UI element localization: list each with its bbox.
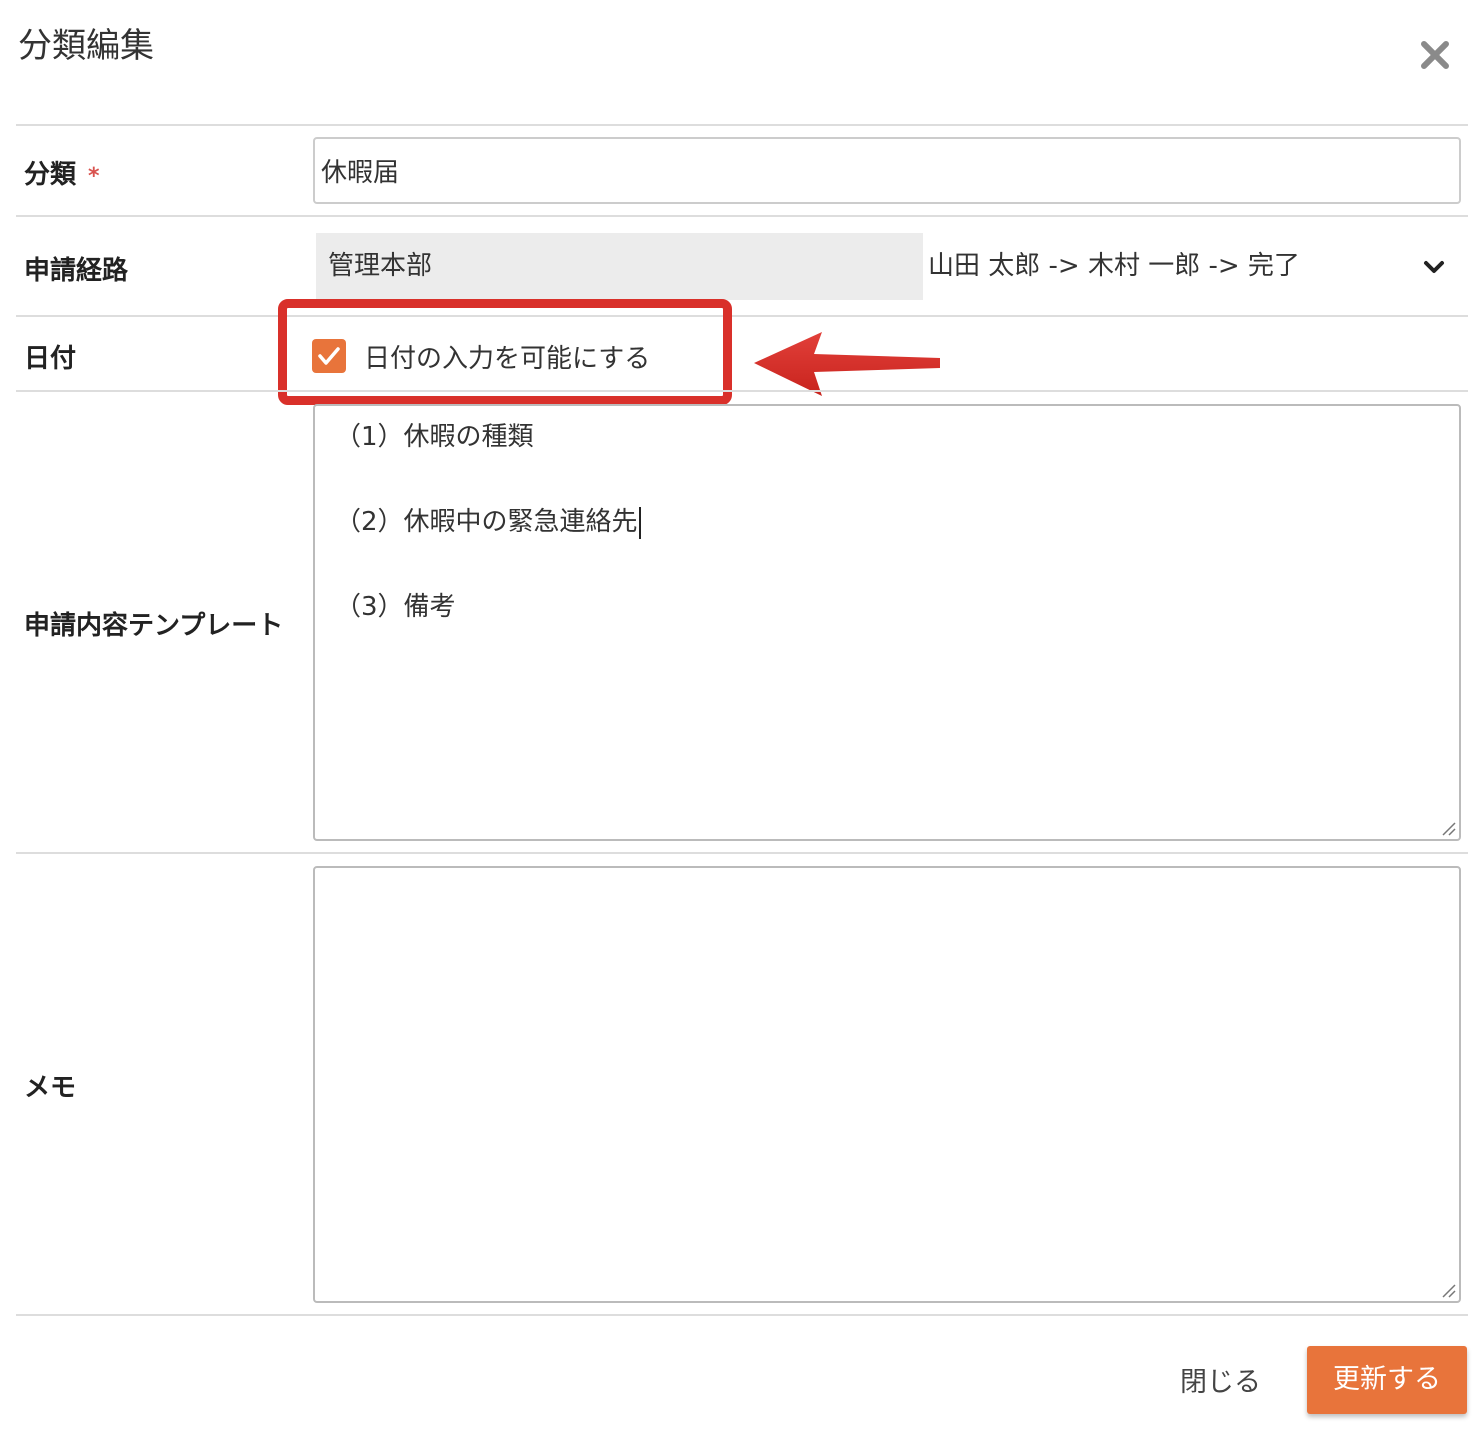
annotation-arrow-icon	[750, 326, 944, 400]
memo-label: メモ	[24, 1073, 77, 1103]
divider	[16, 315, 1468, 317]
template-line-1: （1）休暇の種類	[335, 422, 534, 452]
update-button[interactable]: 更新する	[1307, 1346, 1467, 1414]
template-line-2: （2）休暇中の緊急連絡先	[335, 507, 638, 537]
resize-handle-icon[interactable]	[1441, 821, 1457, 837]
route-path: 山田 太郎 -> 木村 一郎 -> 完了	[928, 251, 1300, 281]
template-line-3: （3）備考	[335, 592, 456, 622]
memo-textarea[interactable]	[313, 866, 1461, 1303]
route-select[interactable]: 管理本部 山田 太郎 -> 木村 一郎 -> 完了	[316, 233, 1460, 300]
category-edit-dialog: 分類編集 分類* 申請経路 管理本部 山田 太郎 -> 木村 一郎 -> 完了 …	[0, 0, 1480, 1438]
category-label: 分類	[24, 160, 77, 190]
route-label: 申請経路	[24, 256, 129, 286]
divider	[16, 1314, 1468, 1316]
template-line-2-wrap: （2）休暇中の緊急連絡先	[335, 501, 641, 539]
template-textarea[interactable]: （1）休暇の種類 （2）休暇中の緊急連絡先 （3）備考	[313, 404, 1461, 841]
divider	[16, 215, 1468, 217]
resize-handle-icon[interactable]	[1441, 1283, 1457, 1299]
required-mark: *	[88, 164, 100, 189]
divider	[16, 390, 1468, 392]
divider	[16, 852, 1468, 854]
chevron-down-icon[interactable]	[1420, 253, 1448, 281]
template-label: 申請内容テンプレート	[24, 611, 284, 641]
dialog-title: 分類編集	[18, 26, 154, 66]
close-icon[interactable]	[1414, 34, 1456, 76]
category-input[interactable]	[313, 137, 1461, 204]
divider	[16, 124, 1468, 126]
date-label: 日付	[24, 344, 77, 374]
close-button[interactable]: 閉じる	[1180, 1360, 1261, 1399]
category-label-wrap: 分類 *	[24, 154, 100, 191]
text-caret	[638, 506, 641, 539]
route-group: 管理本部	[316, 233, 923, 300]
